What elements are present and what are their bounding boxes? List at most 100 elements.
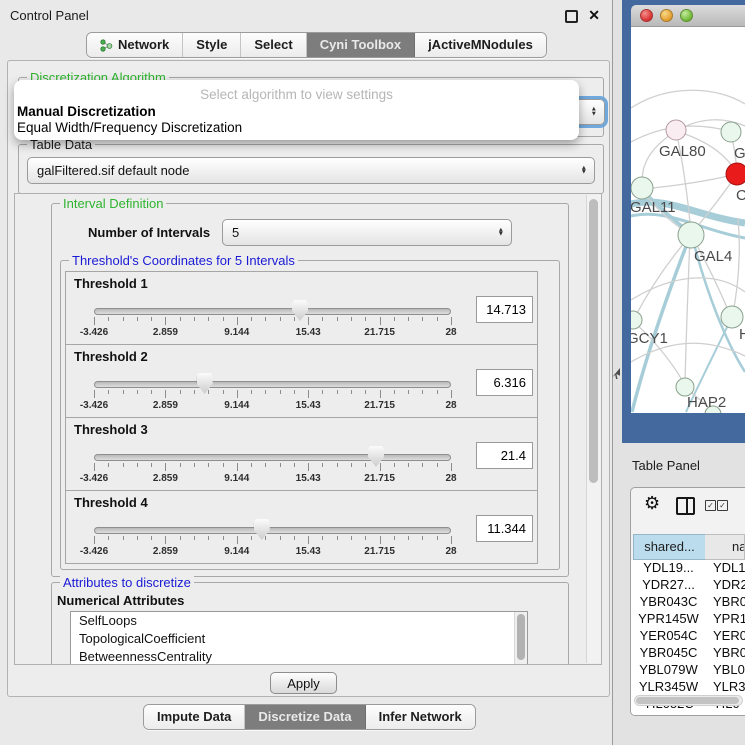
cell-shared-name[interactable]: YBR043C (633, 594, 704, 609)
network-node[interactable] (726, 163, 745, 185)
network-node[interactable] (631, 311, 642, 329)
gear-icon[interactable]: ⚙ (644, 493, 660, 514)
tab-impute-data[interactable]: Impute Data (144, 705, 245, 729)
cell-shared-name[interactable]: YDL19... (633, 560, 704, 575)
table-horizontal-scrollbar[interactable] (634, 695, 743, 706)
tab-discretize-data[interactable]: Discretize Data (245, 705, 365, 729)
slider-scale-labels: -3.4262.8599.14415.4321.71528 (94, 327, 451, 339)
table-row[interactable]: YPR145WYPR1 (633, 611, 745, 628)
threshold-slider[interactable]: -3.4262.8599.14415.4321.71528 (94, 517, 451, 559)
table-row[interactable]: YBL079WYBL0 (633, 662, 745, 679)
attribute-list-item[interactable]: TopologicalCoefficient (71, 630, 527, 648)
network-edge[interactable] (631, 90, 745, 108)
cell-shared-name[interactable]: YBR045C (633, 645, 704, 660)
right-panel-area: GAL80GACGAL11GAL4GCY1HHAP2 Table Panel ⚙… (614, 0, 745, 745)
checkbox-icon[interactable]: ✓ (705, 500, 716, 511)
threshold-slider[interactable]: -3.4262.8599.14415.4321.71528 (94, 298, 451, 340)
network-window-titlebar[interactable] (631, 5, 745, 27)
combo-stepper-icon[interactable]: ▲▼ (581, 166, 587, 175)
network-graph[interactable]: GAL80GACGAL11GAL4GCY1HHAP2 (631, 27, 745, 413)
scrollbar-thumb[interactable] (636, 697, 739, 704)
close-icon[interactable]: ✕ (588, 7, 600, 24)
cell-shared-name[interactable]: YDR27... (633, 577, 704, 592)
attribute-list-item[interactable]: SelfLoops (71, 612, 527, 630)
threshold-slider[interactable]: -3.4262.8599.14415.4321.71528 (94, 444, 451, 486)
cell-name[interactable]: YLR3 (704, 679, 745, 694)
num-intervals-combobox[interactable]: 5 ▲▼ (222, 219, 512, 246)
dropdown-option-manual[interactable]: Manual Discretization (17, 104, 156, 119)
threshold-value-field[interactable]: 11.344 (476, 515, 533, 542)
slider-track[interactable] (94, 454, 451, 461)
slider-scale-labels: -3.4262.8599.14415.4321.71528 (94, 473, 451, 485)
cell-name[interactable]: YDR2 (704, 577, 745, 592)
numerical-attributes-list[interactable]: SelfLoopsTopologicalCoefficientBetweenne… (70, 611, 528, 665)
table-data-group: Table Data galFiltered.sif default node … (18, 144, 604, 194)
network-node[interactable] (721, 306, 743, 328)
cell-shared-name[interactable]: YER054C (633, 628, 704, 643)
scrollbar-thumb[interactable] (589, 199, 598, 483)
top-tab-bar: Network Style Select Cyni Toolbox jActiv… (86, 32, 547, 58)
network-edge[interactable] (732, 218, 739, 318)
cell-name[interactable]: YBR0 (704, 645, 745, 660)
threshold-value-field[interactable]: 6.316 (476, 369, 533, 396)
network-node[interactable] (631, 177, 653, 199)
tab-select[interactable]: Select (241, 33, 306, 57)
slider-track[interactable] (94, 527, 451, 534)
table-row[interactable]: YBR043CYBR0 (633, 594, 745, 611)
close-traffic-light[interactable] (640, 9, 653, 22)
cell-name[interactable]: YBL0 (704, 662, 745, 677)
network-node[interactable] (666, 120, 686, 140)
cell-shared-name[interactable]: YPR145W (633, 611, 704, 626)
table-row[interactable]: YDL19...YDL1 (633, 560, 745, 577)
network-edge[interactable] (685, 237, 690, 384)
threshold-label: Threshold 4 (74, 495, 148, 510)
zoom-traffic-light[interactable] (680, 9, 693, 22)
slider-track[interactable] (94, 308, 451, 315)
slider-ticks (94, 390, 451, 400)
dropdown-option-equal-width[interactable]: Equal Width/Frequency Discretization (17, 120, 242, 135)
threshold-panel-3: Threshold 3 -3.4262.8599.14415.4321.7152… (65, 417, 538, 491)
cell-name[interactable]: YER0 (704, 628, 745, 643)
attribute-list-item[interactable]: BetweennessCentrality (71, 648, 527, 665)
scrollbar-thumb[interactable] (517, 614, 525, 660)
float-window-icon[interactable] (565, 10, 578, 23)
table-row[interactable]: YER054CYER0 (633, 628, 745, 645)
network-node-label: C (736, 187, 745, 204)
threshold-value-field[interactable]: 14.713 (476, 296, 533, 323)
combo-value: 5 (232, 220, 239, 245)
threshold-slider[interactable]: -3.4262.8599.14415.4321.71528 (94, 371, 451, 413)
table-data-combobox[interactable]: galFiltered.sif default node ▲▼ (27, 157, 595, 184)
cell-shared-name[interactable]: YBL079W (633, 662, 704, 677)
tab-style[interactable]: Style (183, 33, 241, 57)
tab-infer-network[interactable]: Infer Network (366, 705, 475, 729)
minimize-traffic-light[interactable] (660, 9, 673, 22)
network-edge[interactable] (635, 236, 690, 317)
cell-shared-name[interactable]: YLR345W (633, 679, 704, 694)
table-row[interactable]: YDR27...YDR2 (633, 577, 745, 594)
tab-label: Network (118, 34, 169, 56)
tab-cyni-toolbox[interactable]: Cyni Toolbox (307, 33, 415, 57)
combo-stepper-icon[interactable]: ▲▼ (498, 228, 504, 237)
cell-name[interactable]: YBR0 (704, 594, 745, 609)
column-header-shared[interactable]: shared... (633, 534, 706, 560)
settings-vertical-scrollbar[interactable] (586, 195, 601, 663)
list-scrollbar[interactable] (514, 612, 527, 665)
table-row[interactable]: YLR345WYLR3 (633, 679, 745, 696)
column-header-name[interactable]: na (705, 534, 745, 560)
columns-icon[interactable] (676, 497, 695, 515)
tab-jactivemnodules[interactable]: jActiveMNodules (415, 33, 546, 57)
combo-stepper-icon[interactable]: ▲▼ (591, 108, 597, 117)
network-node-label: GA (734, 145, 745, 162)
table-row[interactable]: YBR045CYBR0 (633, 645, 745, 662)
slider-track[interactable] (94, 381, 451, 388)
threshold-value-field[interactable]: 21.4 (476, 442, 533, 469)
network-edge[interactable] (642, 174, 736, 189)
network-node[interactable] (678, 222, 704, 248)
network-canvas[interactable]: GAL80GACGAL11GAL4GCY1HHAP2 (631, 27, 745, 413)
tab-network[interactable]: Network (87, 33, 183, 57)
apply-button[interactable]: Apply (270, 672, 337, 694)
cell-name[interactable]: YPR1 (704, 611, 745, 626)
cell-name[interactable]: YDL1 (704, 560, 745, 575)
checkbox-icon[interactable]: ✓ (717, 500, 728, 511)
network-node[interactable] (721, 122, 741, 142)
